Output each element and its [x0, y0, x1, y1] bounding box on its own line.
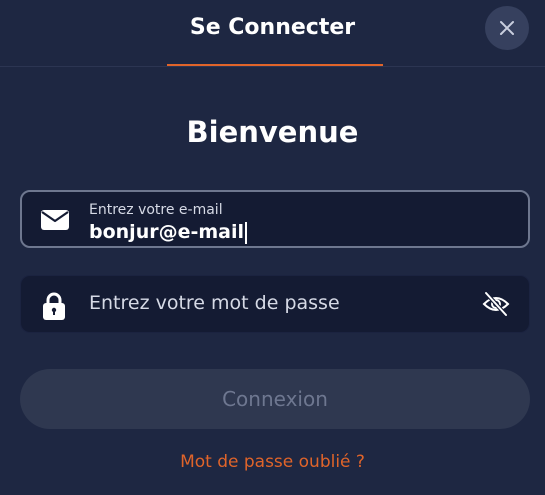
page-title: Bienvenue — [186, 115, 359, 149]
tab-login[interactable]: Se Connecter — [0, 15, 545, 40]
eye-off-icon — [482, 291, 510, 317]
password-field[interactable]: Entrez votre mot de passe — [20, 275, 530, 333]
forgot-password-link[interactable]: Mot de passe oublié ? — [0, 452, 545, 472]
active-tab-indicator — [167, 64, 383, 66]
email-field-label: Entrez votre e-mail — [89, 202, 223, 218]
email-input-value: bonjur@e-mail — [89, 221, 245, 243]
modal-header: Se Connecter — [0, 0, 545, 67]
envelope-icon — [40, 209, 70, 231]
close-icon — [500, 21, 514, 35]
password-input[interactable]: Entrez votre mot de passe — [89, 292, 340, 314]
text-caret — [245, 221, 247, 244]
close-button[interactable] — [485, 6, 529, 50]
toggle-password-visibility-button[interactable] — [479, 288, 513, 320]
email-input[interactable]: bonjur@e-mail — [89, 221, 389, 244]
lock-icon — [41, 291, 67, 321]
login-button[interactable]: Connexion — [20, 369, 530, 429]
email-field[interactable]: Entrez votre e-mail bonjur@e-mail — [20, 190, 530, 248]
